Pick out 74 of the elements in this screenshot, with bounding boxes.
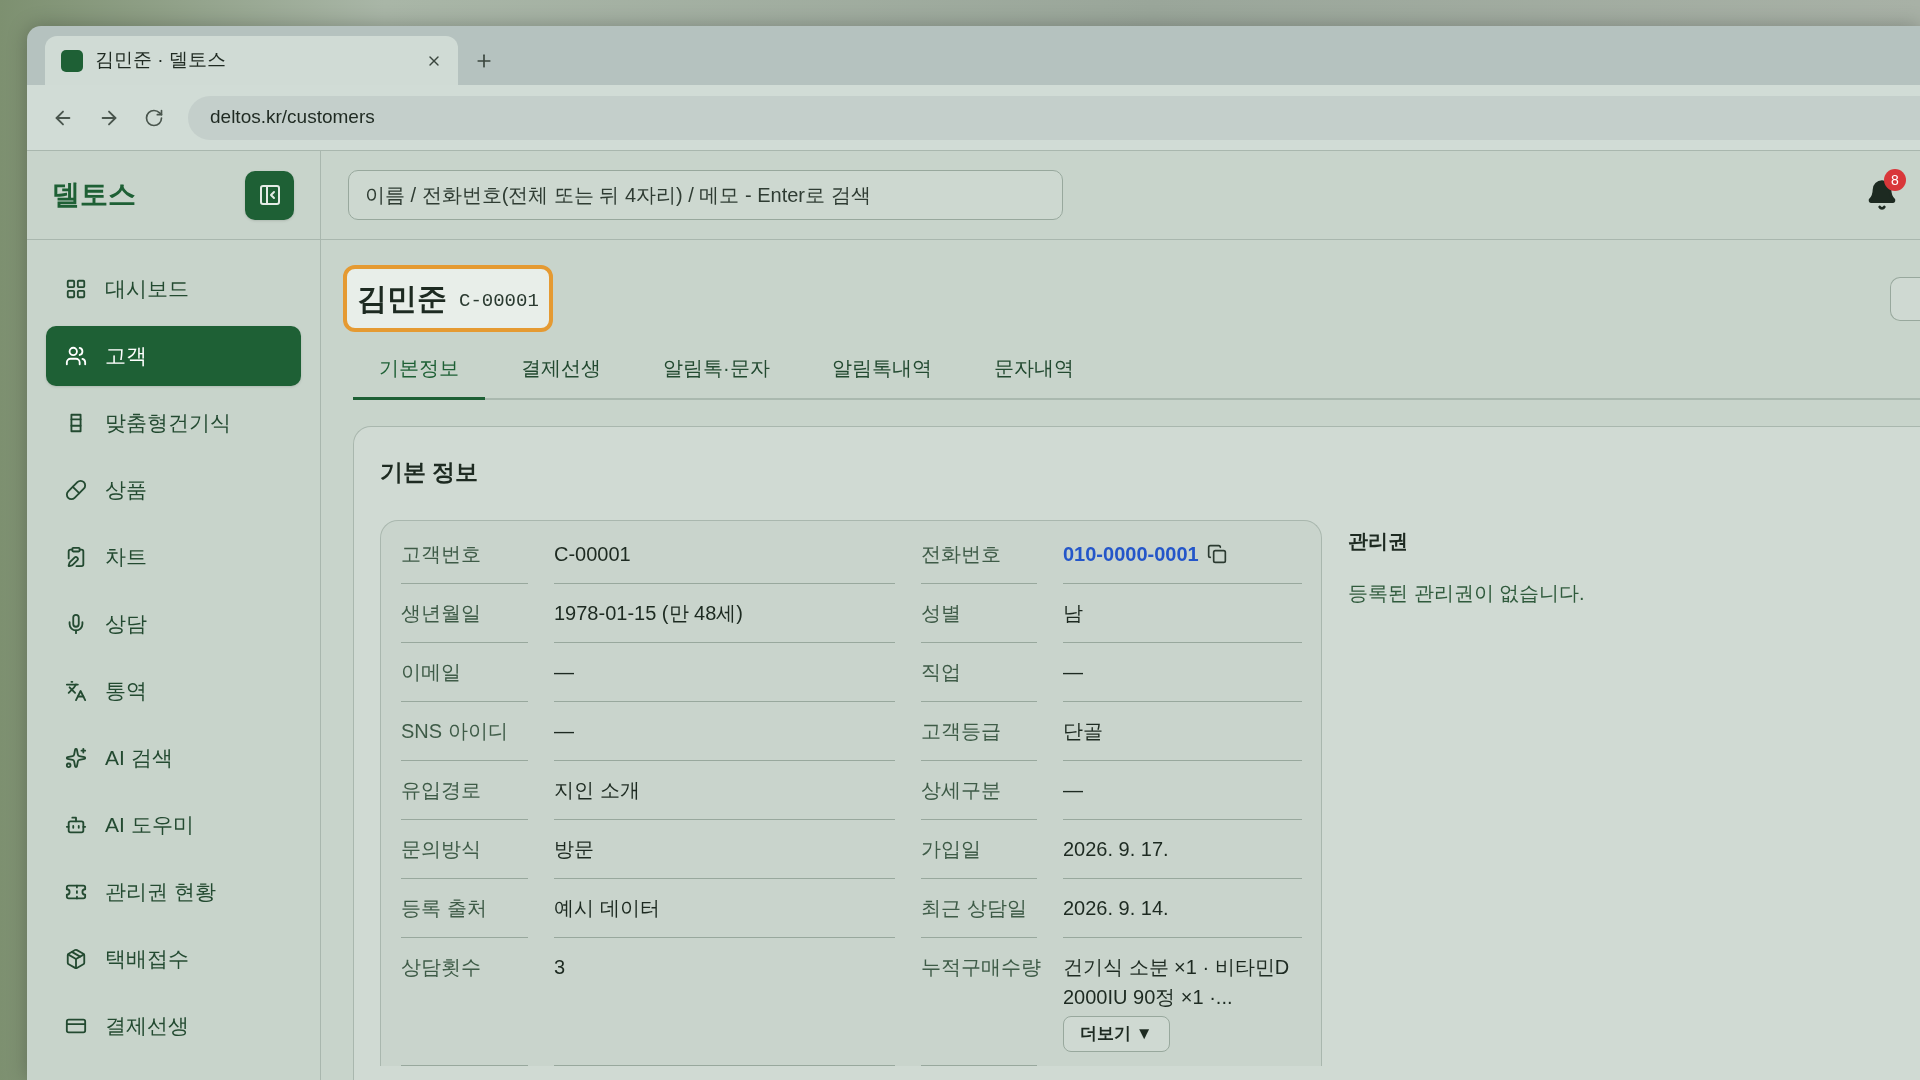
sidebar-item[interactable]: 상품 (46, 460, 301, 520)
search-field[interactable]: 이름 / 전화번호(전체 또는 뒤 4자리) / 메모 - Enter로 검색 (348, 170, 1063, 220)
sidebar-item[interactable]: 관리권 현황 (46, 862, 301, 922)
pill-icon (65, 479, 87, 501)
field-label: 직업 (921, 660, 961, 683)
field-label: 생년월일 (401, 601, 481, 624)
field-label: 이메일 (401, 660, 461, 683)
clipboard-icon (65, 546, 87, 568)
field-value: C-00001 (554, 542, 631, 565)
customer-name: 김민준 (357, 281, 447, 317)
favicon-icon (61, 49, 83, 72)
field-value: 건기식 소분 ×1 · 비타민D 2000IU 90정 ×1 ·... (1063, 954, 1291, 1010)
field-label: 유입경로 (401, 778, 481, 801)
tab[interactable]: 기본정보 (353, 353, 485, 400)
field-label: 가입일 (921, 837, 981, 860)
copy-icon[interactable] (1206, 543, 1227, 564)
field-value: 방문 (554, 837, 594, 860)
field-value: 남 (1063, 601, 1083, 624)
field-value: 단골 (1063, 719, 1103, 742)
field-label: 고객등급 (921, 719, 1001, 742)
field-label: 고객번호 (401, 542, 481, 565)
sidebar-item[interactable]: 결제선생 (46, 996, 301, 1056)
field-value: — (554, 719, 574, 742)
reload-icon[interactable] (144, 107, 164, 128)
users-icon (65, 345, 87, 367)
sidebar-item[interactable]: 차트 (46, 527, 301, 587)
translate-icon (65, 680, 87, 702)
field-value: — (1063, 660, 1083, 683)
field-label: 상세구분 (921, 778, 1001, 801)
package-icon (65, 948, 87, 970)
field-value: 1978-01-15 (만 48세) (554, 601, 743, 624)
tab-title: 김민준 · 델토스 (95, 48, 227, 73)
sidebar-item[interactable]: AI 도우미 (46, 795, 301, 855)
field-label: 최근 상담일 (921, 896, 1027, 919)
customer-code: C-00001 (459, 289, 539, 315)
field-label: 상담횟수 (401, 955, 481, 978)
section-title: 기본 정보 (380, 458, 479, 487)
phone-link[interactable]: 010-0000-0001 (1063, 538, 1199, 569)
membership-title: 관리권 (1348, 528, 1409, 554)
tab[interactable]: 결제선생 (495, 353, 627, 400)
sidebar-item[interactable]: 맞춤형건기식 (46, 393, 301, 453)
sidebar-toggle-button[interactable] (245, 170, 294, 220)
robot-icon (65, 814, 87, 836)
notification-badge: 8 (1884, 169, 1906, 191)
field-label: 문의방식 (401, 837, 481, 860)
address-bar[interactable]: deltos.kr/customers (188, 95, 1920, 140)
tab[interactable]: 알림톡·문자 (637, 353, 796, 400)
field-label: 누적구매수량 (921, 955, 1041, 978)
grid-icon (65, 278, 87, 300)
field-label: 등록 출처 (401, 896, 487, 919)
tab[interactable]: 알림톡내역 (805, 353, 958, 400)
field-label: 성별 (921, 601, 961, 624)
sidebar-item[interactable]: 고객 (46, 326, 301, 386)
field-label: SNS 아이디 (401, 719, 508, 742)
sparkles-icon (65, 747, 87, 769)
sidebar-item[interactable]: 통역 (46, 661, 301, 721)
field-value: — (554, 660, 574, 683)
field-value: 지인 소개 (554, 778, 640, 801)
field-value: 예시 데이터 (554, 896, 660, 919)
app-logo: 델토스 (52, 178, 136, 212)
browser-tab[interactable]: 김민준 · 델토스 (45, 36, 458, 85)
sidebar-item[interactable]: 대시보드 (46, 259, 301, 319)
field-value: 3 (554, 955, 566, 978)
sidebar-item[interactable]: 택배접수 (46, 929, 301, 989)
sidebar-item[interactable]: 상담 (46, 594, 301, 654)
more-button[interactable]: 더보기 ▼ (1063, 1015, 1170, 1052)
panel-icon (257, 183, 282, 207)
sidebar-item[interactable]: AI 검색 (46, 728, 301, 788)
tab[interactable]: 문자내역 (967, 353, 1100, 400)
field-label: 전화번호 (921, 542, 1001, 565)
field-value: 2026. 9. 17. (1063, 837, 1169, 860)
field-value: — (1063, 778, 1083, 801)
empty-message: 등록된 관리권이 없습니다. (1348, 580, 1585, 606)
field-value: 2026. 9. 14. (1063, 896, 1169, 919)
